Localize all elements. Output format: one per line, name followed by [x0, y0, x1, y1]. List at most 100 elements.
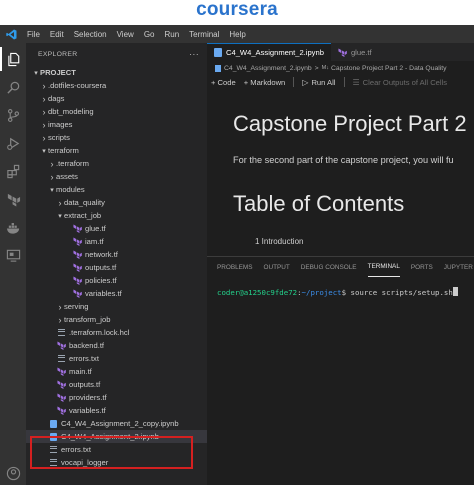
menu-view[interactable]: View: [112, 30, 139, 39]
tree-file[interactable]: main.tf: [26, 365, 207, 378]
explorer-title: EXPLORER: [38, 50, 78, 58]
tab-problems[interactable]: PROBLEMS: [217, 257, 253, 277]
menu-edit[interactable]: Edit: [45, 30, 69, 39]
markdown-icon: M↓: [321, 65, 329, 71]
add-markdown-cell-button[interactable]: + Markdown: [244, 78, 286, 87]
tree-folder[interactable]: › data_quality: [26, 196, 207, 209]
terraform-file-icon: [72, 250, 82, 259]
terminal-user: coder@a1250c9fde72: [217, 288, 298, 297]
tree-file[interactable]: .terraform.lock.hcl: [26, 326, 207, 339]
add-code-cell-button[interactable]: + Code: [211, 78, 236, 87]
breadcrumb-section[interactable]: Capstone Project Part 2 - Data Quality: [331, 65, 447, 72]
more-actions-icon[interactable]: ···: [189, 49, 199, 59]
notebook-toolbar: + Code + Markdown ▷ Run All ☰ Clear Outp…: [207, 75, 474, 89]
tree-folder[interactable]: › images: [26, 118, 207, 131]
extensions-icon[interactable]: [0, 159, 26, 183]
menu-file[interactable]: File: [22, 30, 45, 39]
tree-item-label: extract_job: [64, 211, 102, 220]
explorer-header: EXPLORER ···: [26, 43, 207, 65]
tree-folder[interactable]: › serving: [26, 300, 207, 313]
menu-bar: File Edit Selection View Go Run Terminal…: [0, 25, 474, 43]
tree-file[interactable]: variables.tf: [26, 404, 207, 417]
tab-terminal[interactable]: TERMINAL: [367, 257, 400, 277]
tree-item-label: glue.tf: [85, 224, 106, 233]
tree-item-label: iam.tf: [85, 237, 104, 246]
tree-file[interactable]: outputs.tf: [26, 378, 207, 391]
remote-explorer-icon[interactable]: [0, 243, 26, 267]
tree-folder[interactable]: › .terraform: [26, 157, 207, 170]
vscode-window: File Edit Selection View Go Run Terminal…: [0, 25, 474, 485]
terraform-file-icon: [56, 393, 66, 402]
tree-file[interactable]: errors.txt: [26, 352, 207, 365]
menu-run[interactable]: Run: [159, 30, 184, 39]
tab-debug-console[interactable]: DEBUG CONSOLE: [301, 257, 357, 277]
tree-file[interactable]: policies.tf: [26, 274, 207, 287]
tree-item-label: variables.tf: [85, 289, 122, 298]
tab-output[interactable]: OUTPUT: [264, 257, 290, 277]
tree-file[interactable]: glue.tf: [26, 222, 207, 235]
tree-item-label: modules: [56, 185, 85, 194]
tree-file[interactable]: backend.tf: [26, 339, 207, 352]
account-icon[interactable]: [0, 461, 26, 485]
activity-bar: [0, 43, 26, 485]
tree-folder[interactable]: ▾ PROJECT: [26, 66, 207, 79]
menu-terminal[interactable]: Terminal: [184, 30, 224, 39]
tree-item-label: serving: [64, 302, 89, 311]
tab-glue-tf[interactable]: glue.tf: [331, 43, 379, 61]
vscode-logo-icon[interactable]: [0, 25, 22, 43]
editor-area: C4_W4_Assignment_2.ipynb glue.tf C4_W4_A…: [207, 43, 474, 485]
chevron-right-icon: ›: [58, 197, 62, 208]
terraform-icon[interactable]: [0, 187, 26, 211]
tree-folder[interactable]: › transform_job: [26, 313, 207, 326]
tree-folder[interactable]: ▾ terraform: [26, 144, 207, 157]
tree-item-label: variables.tf: [69, 406, 106, 415]
terraform-file-icon: [56, 367, 66, 376]
docker-icon[interactable]: [0, 215, 26, 239]
tab-jupyter[interactable]: JUPYTER: [444, 257, 473, 277]
source-control-icon[interactable]: [0, 103, 26, 127]
tree-file[interactable]: C4_W4_Assignment_2_copy.ipynb: [26, 417, 207, 430]
tree-folder[interactable]: › .dotfiles-coursera: [26, 79, 207, 92]
tree-item-label: PROJECT: [40, 68, 76, 77]
clear-outputs-button[interactable]: ☰ Clear Outputs of All Cells: [353, 78, 448, 87]
tree-file[interactable]: iam.tf: [26, 235, 207, 248]
bottom-panel: PROBLEMS OUTPUT DEBUG CONSOLE TERMINAL P…: [207, 256, 474, 485]
terminal-prompt-line[interactable]: coder@a1250c9fde72:~/project$ source scr…: [217, 287, 458, 297]
tree-item-label: terraform: [48, 146, 79, 155]
tree-folder[interactable]: › dags: [26, 92, 207, 105]
terraform-file-icon: [72, 237, 82, 246]
tree-folder[interactable]: ▾ modules: [26, 183, 207, 196]
toolbar-divider: [343, 77, 345, 87]
tree-file[interactable]: providers.tf: [26, 391, 207, 404]
tree-file[interactable]: outputs.tf: [26, 261, 207, 274]
tree-folder[interactable]: ▾ extract_job: [26, 209, 207, 222]
terraform-file-icon: [56, 380, 66, 389]
menu-selection[interactable]: Selection: [69, 30, 112, 39]
tree-folder[interactable]: › dbt_modeling: [26, 105, 207, 118]
tree-item-label: providers.tf: [69, 393, 107, 402]
menu-go[interactable]: Go: [139, 30, 160, 39]
run-debug-icon[interactable]: [0, 131, 26, 155]
tree-item-label: outputs.tf: [85, 263, 117, 272]
explorer-sidebar: EXPLORER ··· ▾ PROJECT › .dotfiles-coursera…: [26, 43, 207, 485]
tree-file[interactable]: network.tf: [26, 248, 207, 261]
tree-folder[interactable]: › assets: [26, 170, 207, 183]
tree-folder[interactable]: › scripts: [26, 131, 207, 144]
search-icon[interactable]: [0, 75, 26, 99]
terraform-file-icon: [338, 47, 347, 57]
files-icon[interactable]: [0, 47, 26, 71]
tab-label: glue.tf: [350, 47, 372, 57]
run-all-button[interactable]: ▷ Run All: [302, 78, 335, 87]
tab-notebook[interactable]: C4_W4_Assignment_2.ipynb: [207, 43, 331, 61]
terraform-file-icon: [72, 224, 82, 233]
chevron-right-icon: ›: [50, 158, 54, 169]
tree-file[interactable]: variables.tf: [26, 287, 207, 300]
menu-help[interactable]: Help: [224, 30, 250, 39]
breadcrumb-file[interactable]: C4_W4_Assignment_2.ipynb: [224, 65, 312, 72]
clear-all-icon: ☰: [352, 77, 360, 87]
tab-ports[interactable]: PORTS: [411, 257, 433, 277]
chevron-right-icon: ›: [42, 119, 46, 130]
notebook-icon: [48, 419, 58, 428]
breadcrumb-separator: >: [314, 64, 319, 72]
terminal-command: source scripts/setup.sh: [346, 288, 453, 297]
